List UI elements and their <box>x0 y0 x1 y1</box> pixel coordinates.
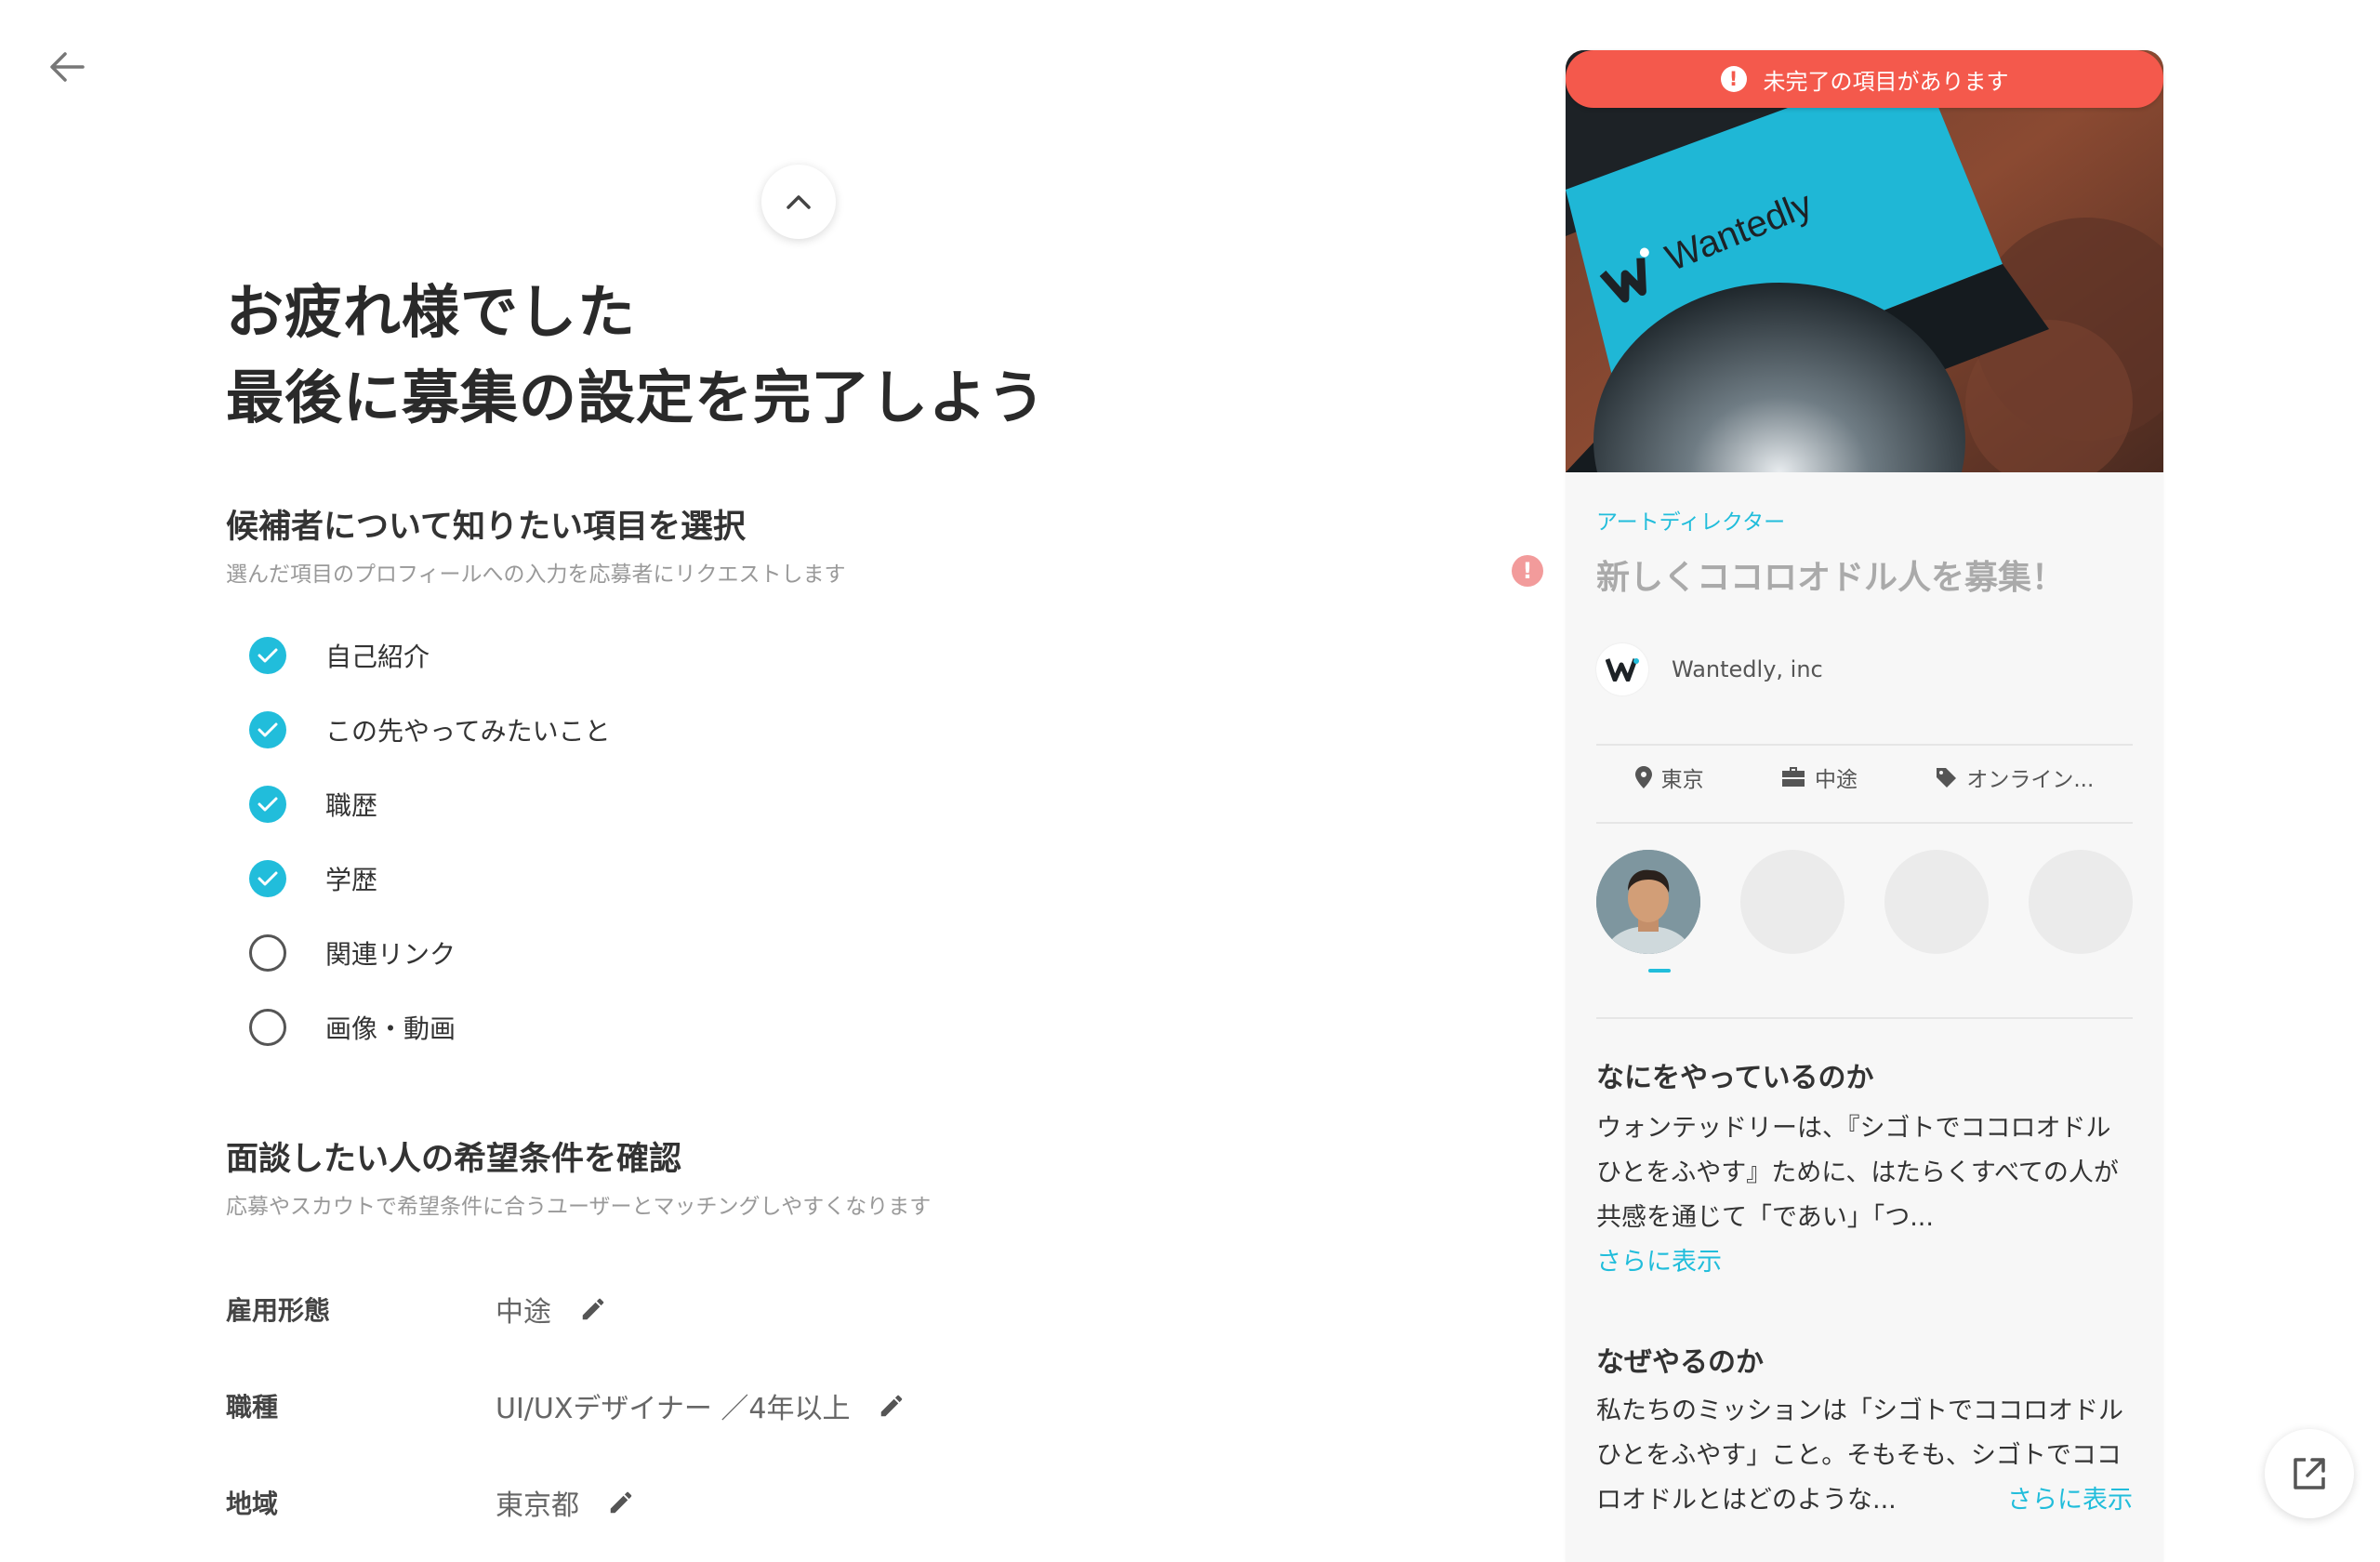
show-more-link[interactable]: さらに表示 <box>2007 1478 2133 1523</box>
condition-value: 東京都 <box>496 1489 579 1522</box>
condition-row-location: 地域 東京都 <box>226 1475 637 1530</box>
condition-value: UI/UXデザイナー ／4年以上 <box>496 1393 851 1425</box>
member-avatar-placeholder <box>1884 850 1989 954</box>
arrow-left-icon <box>50 52 85 82</box>
tag-employment: 中途 <box>1781 761 1858 793</box>
what-section-title: なにをやっているのか <box>1596 1062 1874 1094</box>
hero-image: Wantedly <box>1566 50 2163 472</box>
checklist-item-label: 学歴 <box>325 865 378 895</box>
job-category: アートディレクター <box>1596 510 1786 535</box>
member-avatars <box>1596 850 2133 954</box>
conditions-section-subtitle: 応募やスカウトで希望条件に合うユーザーとマッチングしやすくなります <box>226 1195 932 1219</box>
checklist-item[interactable]: 職歴 <box>249 767 611 841</box>
condition-value: 中途 <box>496 1296 551 1329</box>
checklist-item-label: 画像・動画 <box>325 1013 456 1044</box>
briefcase-icon <box>1781 767 1805 788</box>
member-avatar[interactable] <box>1596 850 1700 954</box>
location-pin-icon <box>1634 766 1652 788</box>
checkbox-checked-icon[interactable] <box>249 637 286 674</box>
checkbox-checked-icon[interactable] <box>249 786 286 823</box>
edit-pencil-icon[interactable] <box>577 1293 609 1325</box>
headline-line-1: お疲れ様でした <box>226 278 637 346</box>
condition-key: 雇用形態 <box>226 1295 331 1326</box>
checkbox-checked-icon[interactable] <box>249 711 286 748</box>
alert-text: 未完了の項目があります <box>1763 68 2009 95</box>
scroll-up-button[interactable] <box>761 165 836 239</box>
tag-other: オンライン... <box>1935 761 2094 793</box>
exclamation-icon: ! <box>1720 66 1747 92</box>
member-avatar-placeholder <box>2029 850 2133 954</box>
checklist-item-label: この先やってみたいこと <box>325 716 611 747</box>
checklist-item[interactable]: 学歴 <box>249 841 611 916</box>
conditions-section-title: 面談したい人の希望条件を確認 <box>226 1141 682 1178</box>
edit-pencil-icon[interactable] <box>605 1487 637 1518</box>
company-name: Wantedly, inc <box>1672 656 1823 682</box>
member-avatar-placeholder <box>1740 850 1844 954</box>
checklist-item[interactable]: この先やってみたいこと <box>249 693 611 767</box>
condition-row-employment: 雇用形態 中途 <box>226 1281 609 1337</box>
incomplete-alert-banner: ! 未完了の項目があります <box>1566 50 2163 108</box>
checkbox-unchecked-icon[interactable] <box>249 934 286 972</box>
external-link-icon <box>2294 1458 2325 1489</box>
questions-section-title: 候補者について知りたい項目を選択 <box>226 509 746 546</box>
tag-label: 東京 <box>1660 768 1704 792</box>
what-section-body: ウォンテッドリーは、『シゴトでココロオドルひとをふやす』ために、はたらくすべての… <box>1596 1106 2133 1285</box>
checklist-item-label: 職歴 <box>325 790 378 821</box>
show-more-link[interactable]: さらに表示 <box>1596 1248 1722 1277</box>
company-logo <box>1596 643 1648 695</box>
condition-key: 地域 <box>226 1489 279 1519</box>
tag-label: 中途 <box>1815 768 1858 792</box>
tag-label: オンライン... <box>1966 768 2095 792</box>
job-title: 新しくココロオドル人を募集！ <box>1596 559 2066 597</box>
why-section-title: なぜやるのか <box>1596 1346 1764 1379</box>
checklist-item[interactable]: 自己紹介 <box>249 618 611 693</box>
checkbox-checked-icon[interactable] <box>249 860 286 897</box>
page-headline: お疲れ様でした 最後に募集の設定を完了しよう <box>226 270 1046 441</box>
job-tags: 東京 中途 オンライン... <box>1596 744 2133 811</box>
what-section-text: ウォンテッドリーは、『シゴトでココロオドルひとをふやす』ために、はたらくすべての… <box>1596 1114 2119 1232</box>
checklist-item-label: 関連リンク <box>325 939 456 970</box>
checklist-item-label: 自己紹介 <box>325 642 430 672</box>
open-external-button[interactable] <box>2265 1429 2354 1518</box>
questions-section-subtitle: 選んだ項目のプロフィールへの入力を応募者にリクエストします <box>226 563 846 587</box>
error-indicator-icon: ! <box>1512 555 1543 587</box>
company-row[interactable]: Wantedly, inc <box>1596 643 1823 695</box>
checklist-item[interactable]: 関連リンク <box>249 916 611 990</box>
headline-line-2: 最後に募集の設定を完了しよう <box>226 364 1047 431</box>
checkbox-unchecked-icon[interactable] <box>249 1009 286 1046</box>
why-section-body: 私たちのミッションは「シゴトでココロオドルひとをふやす」こと。そもそも、シゴトで… <box>1596 1389 2133 1523</box>
condition-key: 職種 <box>226 1392 279 1423</box>
tag-icon <box>1935 766 1957 788</box>
edit-pencil-icon[interactable] <box>876 1390 907 1422</box>
question-checklist: 自己紹介 この先やってみたいこと 職歴 学歴 関連リンク 画像・動画 <box>249 618 611 1065</box>
job-preview-card: Wantedly アートディレクター 新しくココロオドル人を募集！ Wanted… <box>1566 50 2163 1562</box>
active-member-indicator <box>1648 969 1671 973</box>
divider <box>1596 822 2133 824</box>
condition-row-job-type: 職種 UI/UXデザイナー ／4年以上 <box>226 1378 907 1434</box>
tag-location: 東京 <box>1634 761 1704 793</box>
chevron-up-icon <box>787 195 811 209</box>
divider <box>1596 1017 2133 1019</box>
checklist-item[interactable]: 画像・動画 <box>249 990 611 1065</box>
back-button[interactable] <box>41 41 93 93</box>
